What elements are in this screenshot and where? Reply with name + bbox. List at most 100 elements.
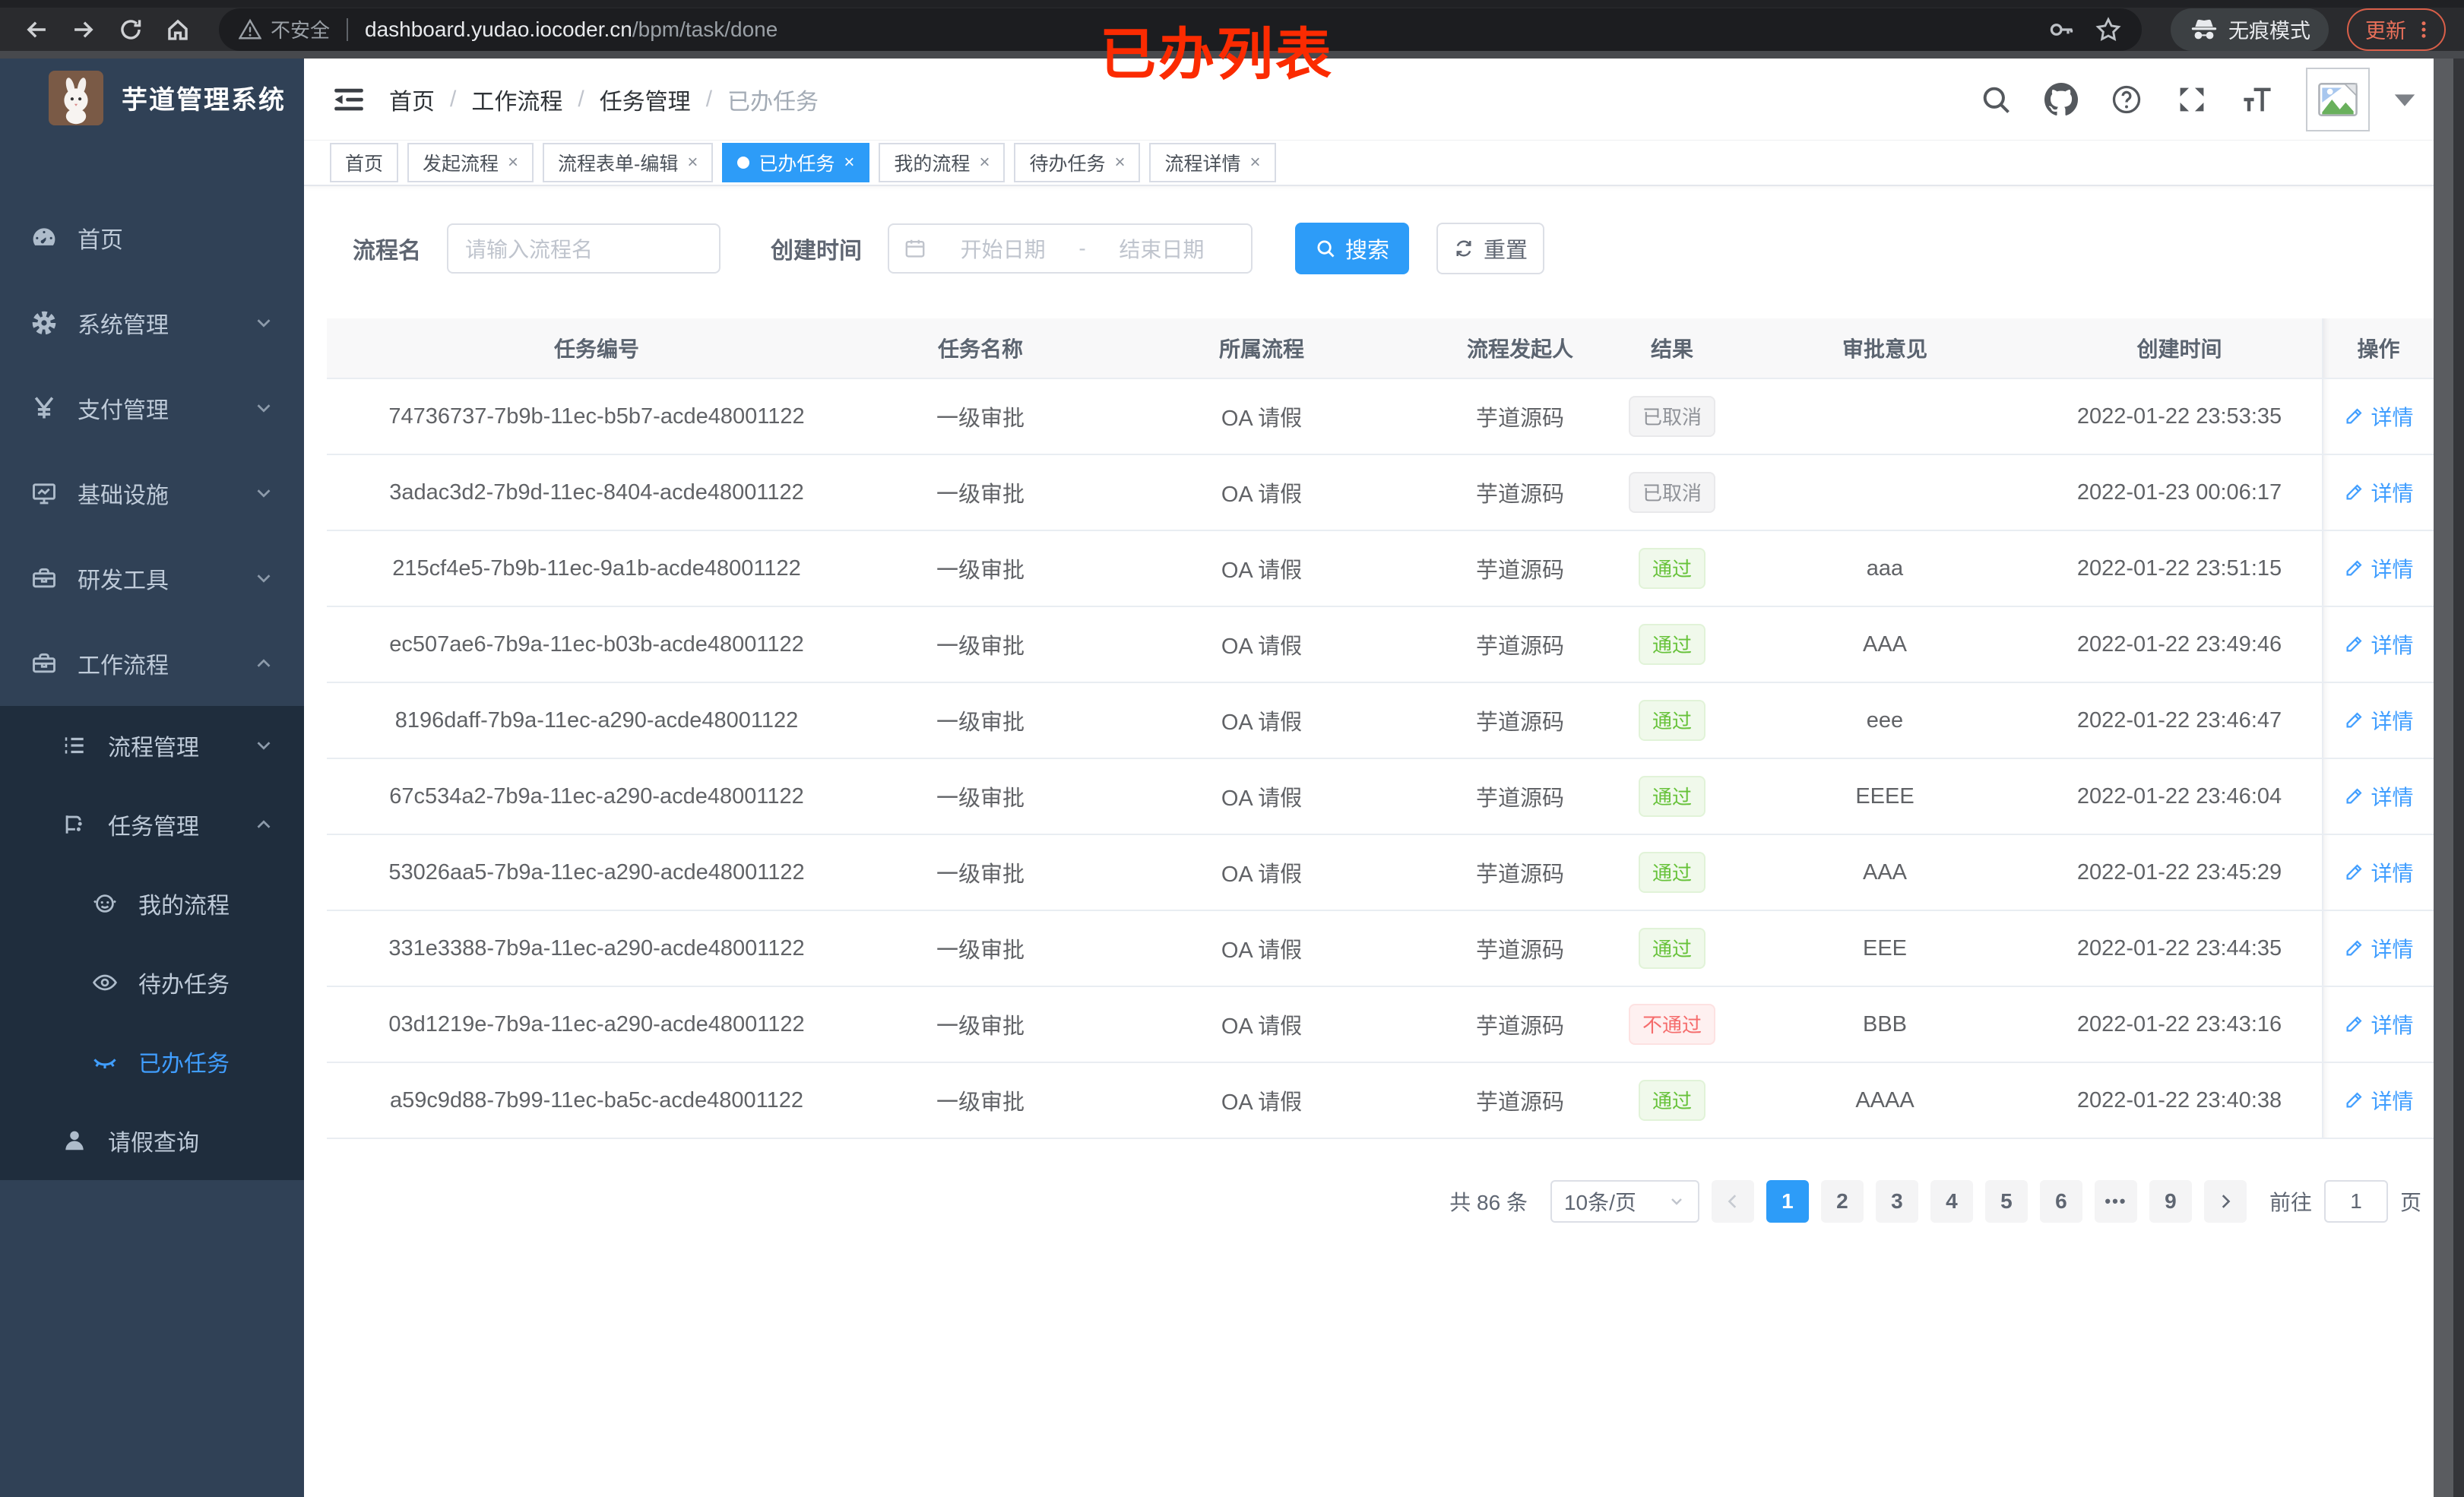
tab-label: 流程表单-编辑 xyxy=(558,153,679,175)
detail-link-label: 详情 xyxy=(2371,1090,2414,1113)
comment-cell: aaa xyxy=(1866,555,1904,581)
tab-1[interactable]: 发起流程 × xyxy=(407,143,534,182)
sidebar-item-2[interactable]: 支付管理 xyxy=(0,366,304,451)
tab-3[interactable]: 已办任务 × xyxy=(722,143,870,182)
sidebar-item-9[interactable]: 待办任务 xyxy=(0,943,304,1022)
starter-cell: 芋道源码 xyxy=(1475,1014,1564,1039)
goto-label: 前往 xyxy=(2269,1191,2312,1214)
fullscreen-icon[interactable] xyxy=(2175,83,2209,116)
reload-button[interactable] xyxy=(112,11,149,48)
task-id-cell: 8196daff-7b9a-11ec-a290-acde48001122 xyxy=(394,707,799,733)
detail-link[interactable]: 详情 xyxy=(2343,401,2414,432)
page-button-4[interactable]: 4 xyxy=(1930,1180,1973,1223)
breadcrumb-separator: / xyxy=(450,86,457,112)
insecure-label[interactable]: 不安全 xyxy=(271,15,330,43)
detail-link[interactable]: 详情 xyxy=(2343,553,2414,584)
detail-link[interactable]: 详情 xyxy=(2343,705,2414,736)
process-name-input[interactable]: 请输入流程名 xyxy=(447,223,721,274)
more-vertical-icon[interactable] xyxy=(2412,18,2435,41)
goto-unit-label: 页 xyxy=(2399,1191,2421,1214)
search-button[interactable]: 搜索 xyxy=(1295,223,1409,274)
detail-link[interactable]: 详情 xyxy=(2343,857,2414,888)
page-button-3[interactable]: 3 xyxy=(1875,1180,1918,1223)
home-button[interactable] xyxy=(160,11,196,48)
tab-label: 首页 xyxy=(345,153,384,175)
next-page-button[interactable] xyxy=(2203,1180,2247,1223)
close-icon[interactable]: × xyxy=(687,153,698,172)
goto-page-input[interactable]: 1 xyxy=(2323,1180,2388,1223)
search-icon[interactable] xyxy=(1979,83,2013,116)
tags-bar: 首页 发起流程 × 流程表单-编辑 × 已办任务 × 我的流程 × 待办任务 × 流程详情 × xyxy=(304,141,2464,186)
tab-5[interactable]: 待办任务 × xyxy=(1014,143,1141,182)
sidebar-item-label: 首页 xyxy=(78,228,123,253)
breadcrumb-item-2[interactable]: 任务管理 xyxy=(600,83,691,116)
sidebar-item-8[interactable]: 我的流程 xyxy=(0,864,304,943)
tab-4[interactable]: 我的流程 × xyxy=(879,143,1006,182)
comment-cell: AAA xyxy=(1862,631,1908,657)
chevron-down-icon xyxy=(252,734,275,757)
page-button-5[interactable]: 5 xyxy=(1984,1180,2028,1223)
collapse-sidebar-icon[interactable] xyxy=(331,84,366,116)
create-time-label: 创建时间 xyxy=(771,239,862,264)
star-icon[interactable] xyxy=(2095,16,2122,43)
close-icon[interactable]: × xyxy=(1114,153,1125,172)
tab-2[interactable]: 流程表单-编辑 × xyxy=(543,143,714,182)
caret-down-icon[interactable] xyxy=(2388,83,2421,116)
detail-link[interactable]: 详情 xyxy=(2343,1009,2414,1040)
task-id-cell: 03d1219e-7b9a-11ec-a290-acde48001122 xyxy=(388,1011,805,1037)
avatar[interactable] xyxy=(2306,67,2370,131)
detail-link[interactable]: 详情 xyxy=(2343,629,2414,660)
key-icon[interactable] xyxy=(2048,16,2075,43)
close-icon[interactable]: × xyxy=(1250,153,1261,172)
prev-page-button[interactable] xyxy=(1711,1180,1754,1223)
process-cell: OA 请假 xyxy=(1221,938,1303,963)
table-row: 53026aa5-7b9a-11ec-a290-acde48001122 一级审批… xyxy=(327,835,2434,911)
page-button-9[interactable]: 9 xyxy=(2149,1180,2192,1223)
annotation-overlay: 已办列表 xyxy=(1100,23,1334,86)
detail-link[interactable]: 详情 xyxy=(2343,1085,2414,1116)
github-icon[interactable] xyxy=(2044,82,2078,116)
forward-button[interactable] xyxy=(65,11,102,48)
page-size-select[interactable]: 10条/页 xyxy=(1550,1180,1699,1223)
window-scrollbar[interactable] xyxy=(2434,59,2464,1497)
update-button[interactable]: 更新 xyxy=(2347,8,2446,51)
task-name-cell: 一级审批 xyxy=(936,862,1025,887)
app-logo-row[interactable]: 芋道管理系统 xyxy=(0,59,304,137)
task-name-cell: 一级审批 xyxy=(936,1014,1025,1039)
sidebar-item-7[interactable]: 任务管理 xyxy=(0,785,304,864)
create-time-cell: 2022-01-22 23:45:29 xyxy=(2076,859,2282,885)
sidebar-item-3[interactable]: 基础设施 xyxy=(0,451,304,536)
table-row: 3adac3d2-7b9d-11ec-8404-acde48001122 一级审批… xyxy=(327,455,2434,531)
detail-link[interactable]: 详情 xyxy=(2343,781,2414,812)
status-badge: 通过 xyxy=(1638,852,1705,893)
help-icon[interactable] xyxy=(2110,83,2143,116)
sidebar-item-5[interactable]: 工作流程 xyxy=(0,621,304,706)
tab-6[interactable]: 流程详情 × xyxy=(1149,143,1276,182)
page-ellipsis[interactable]: ••• xyxy=(2094,1180,2137,1223)
font-size-icon[interactable] xyxy=(2241,83,2274,116)
sidebar-item-4[interactable]: 研发工具 xyxy=(0,536,304,621)
date-range-input[interactable]: 开始日期 - 结束日期 xyxy=(888,223,1253,274)
tab-0[interactable]: 首页 xyxy=(330,143,399,182)
sidebar-item-11[interactable]: 请假查询 xyxy=(0,1101,304,1180)
sidebar-item-label: 研发工具 xyxy=(78,568,169,593)
table-row: 215cf4e5-7b9b-11ec-9a1b-acde48001122 一级审批… xyxy=(327,531,2434,607)
page-button-6[interactable]: 6 xyxy=(2039,1180,2082,1223)
page-button-1[interactable]: 1 xyxy=(1766,1180,1809,1223)
breadcrumb-item-0[interactable]: 首页 xyxy=(389,83,435,116)
detail-link[interactable]: 详情 xyxy=(2343,477,2414,508)
breadcrumb-item-1[interactable]: 工作流程 xyxy=(471,83,562,116)
page-button-2[interactable]: 2 xyxy=(1820,1180,1864,1223)
detail-link[interactable]: 详情 xyxy=(2343,933,2414,964)
close-icon[interactable]: × xyxy=(844,153,854,172)
back-button[interactable] xyxy=(18,11,55,48)
sidebar-item-10[interactable]: 已办任务 xyxy=(0,1022,304,1101)
sidebar-item-1[interactable]: 系统管理 xyxy=(0,280,304,366)
status-badge: 通过 xyxy=(1638,624,1705,665)
close-icon[interactable]: × xyxy=(979,153,990,172)
sidebar-item-6[interactable]: 流程管理 xyxy=(0,706,304,785)
reset-button[interactable]: 重置 xyxy=(1436,223,1544,274)
close-icon[interactable]: × xyxy=(508,153,518,172)
sidebar-item-0[interactable]: 首页 xyxy=(0,195,304,280)
list-icon xyxy=(61,732,88,759)
